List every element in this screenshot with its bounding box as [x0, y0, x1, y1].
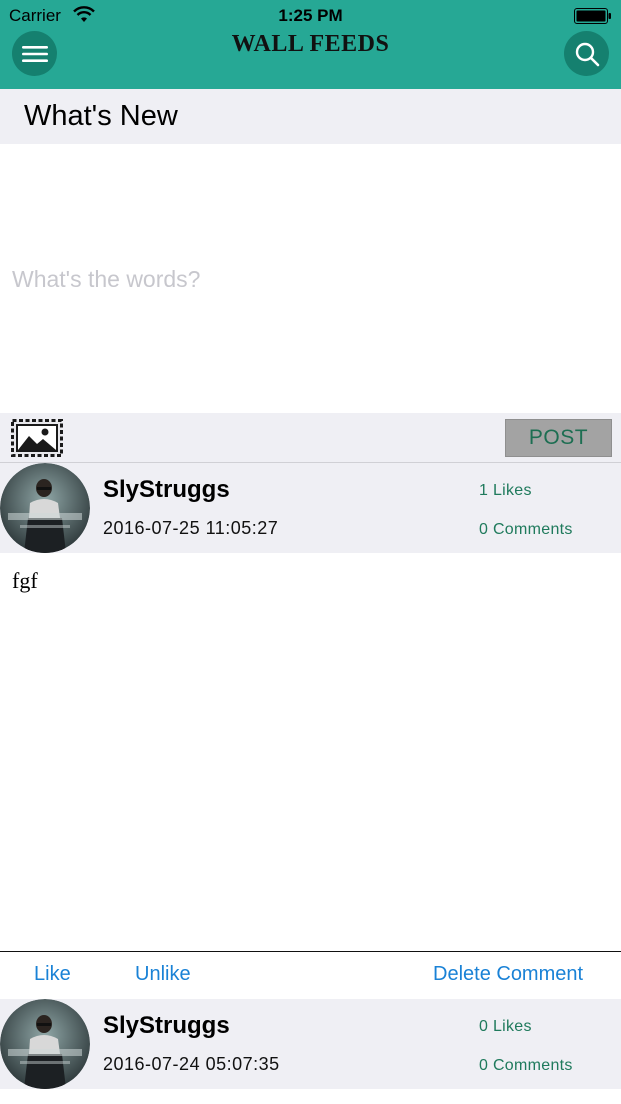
whats-new-heading: What's New	[0, 89, 621, 144]
post-text: fgf	[12, 568, 38, 593]
compose-area	[0, 144, 621, 413]
search-button[interactable]	[564, 31, 609, 76]
feed-item-header: SlyStruggs 2016-07-25 11:05:27 1 Likes 0…	[0, 463, 621, 553]
feed-item-header: SlyStruggs 2016-07-24 05:07:35 0 Likes 0…	[0, 999, 621, 1089]
image-picker-icon[interactable]	[11, 419, 63, 457]
likes-count[interactable]: 1 Likes	[479, 482, 532, 500]
status-time: 1:25 PM	[278, 6, 343, 25]
compose-toolbar: POST	[0, 413, 621, 463]
navigation-header: Carrier 1:25 PM WALL FEEDS	[0, 0, 621, 89]
feed-item-body: fgf	[0, 554, 621, 951]
comments-count[interactable]: 0 Comments	[479, 1057, 573, 1075]
page-title: WALL FEEDS	[231, 31, 390, 57]
likes-count[interactable]: 0 Likes	[479, 1018, 532, 1036]
feed-action-bar: Like Unlike Delete Comment	[0, 951, 621, 999]
section-title: What's New	[24, 100, 178, 132]
status-bar: Carrier 1:25 PM	[0, 0, 621, 30]
avatar[interactable]	[0, 999, 90, 1089]
username[interactable]: SlyStruggs	[103, 1012, 230, 1040]
like-button[interactable]: Like	[34, 963, 71, 986]
post-timestamp: 2016-07-24 05:07:35	[103, 1054, 280, 1074]
comments-count[interactable]: 0 Comments	[479, 521, 573, 539]
search-icon	[575, 42, 599, 66]
post-button[interactable]: POST	[505, 419, 612, 457]
wall-feeds-screen: Carrier 1:25 PM WALL FEEDS What's New Wh…	[0, 0, 621, 1104]
battery-icon	[574, 8, 611, 24]
delete-comment-button[interactable]: Delete Comment	[433, 963, 583, 986]
username[interactable]: SlyStruggs	[103, 476, 230, 504]
post-text-input[interactable]	[12, 262, 608, 296]
unlike-button[interactable]: Unlike	[135, 963, 191, 986]
post-timestamp: 2016-07-25 11:05:27	[103, 518, 279, 538]
avatar[interactable]	[0, 463, 90, 553]
